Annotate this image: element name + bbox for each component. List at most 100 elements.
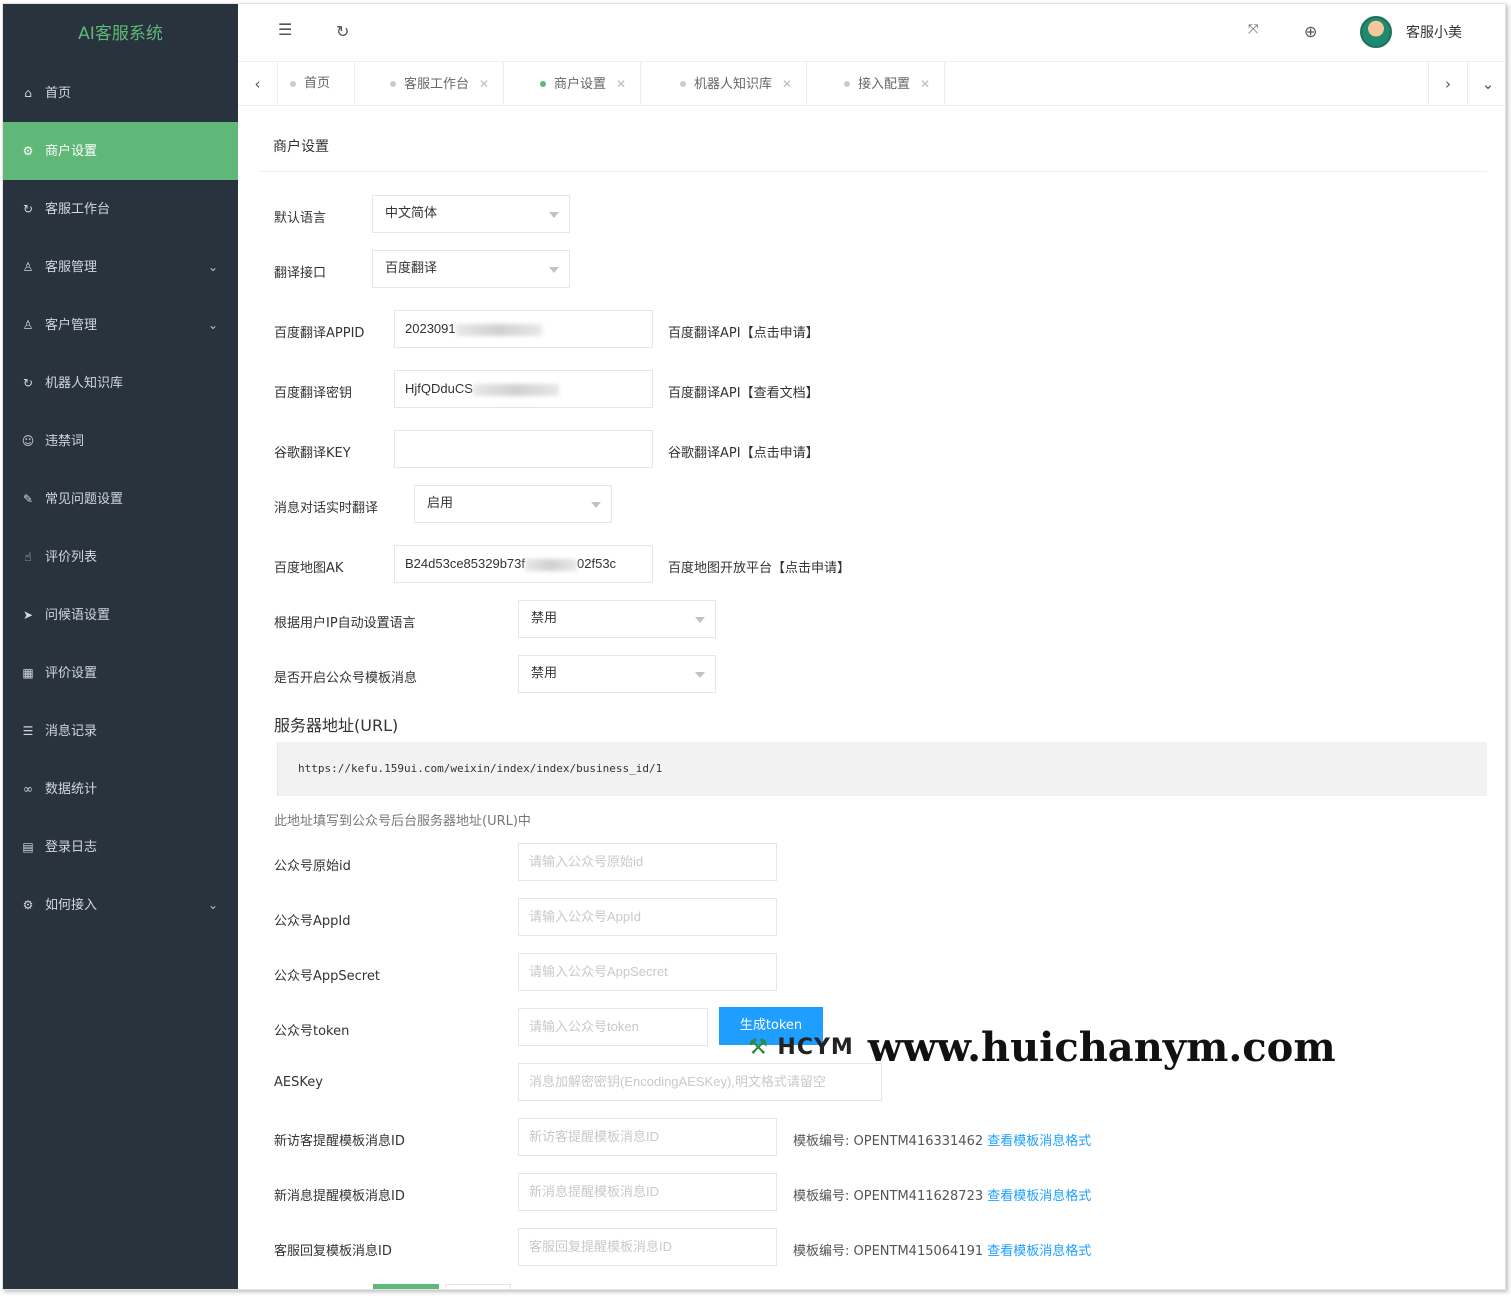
chevron-down-icon: ⌄ xyxy=(207,260,218,274)
sidebar-item-label: 违禁词 xyxy=(45,434,85,449)
mp-original-id-field[interactable]: 请输入公众号原始id xyxy=(518,843,777,881)
sidebar-item-label: 消息记录 xyxy=(45,724,98,739)
username[interactable]: 客服小美 xyxy=(1406,22,1462,42)
face-icon: ☺ xyxy=(21,434,35,448)
close-icon[interactable]: ✕ xyxy=(782,77,792,91)
tab-0[interactable]: 首页 xyxy=(278,62,356,106)
baidu-map-ak-field[interactable]: B24d53ce85329b73f 02f53c xyxy=(394,545,653,583)
auto-language-value: 禁用 xyxy=(531,611,558,626)
tab-dot-icon xyxy=(540,81,546,87)
tpl-reply-info: 模板编号: OPENTM415064191 查看模板消息格式 xyxy=(793,1240,1091,1259)
user-icon: ♙ xyxy=(22,260,34,274)
sidebar-nav: ⌂ 首页 ⚙ 商户设置 ↻ 客服工作台 ♙ 客服管理 ⌄ ♙ 客户管理 ⌄ ↻ 机器人知识库 ☺ 违禁词 ✎ 常见… xyxy=(3,64,238,934)
google-key-apply-link[interactable]: 谷歌翻译API【点击申请】 xyxy=(668,442,819,461)
mp-appsecret-label: 公众号AppSecret xyxy=(274,969,380,984)
baidu-secret-field[interactable]: HjfQDduCS xyxy=(394,370,653,408)
translate-api-select[interactable]: 百度翻译 xyxy=(372,250,570,288)
mp-appid-field[interactable]: 请输入公众号AppId xyxy=(518,898,777,936)
sidebar-item-10[interactable]: ▦ 评价设置 xyxy=(3,644,238,702)
chevron-down-icon xyxy=(549,267,559,273)
baidu-map-ak-value-end: 02f53c xyxy=(577,556,617,571)
close-icon[interactable]: ✕ xyxy=(920,77,930,91)
google-key-field[interactable] xyxy=(394,430,653,468)
sidebar-item-7[interactable]: ✎ 常见问题设置 xyxy=(3,470,238,528)
submit-button[interactable] xyxy=(373,1284,439,1289)
sidebar-item-8[interactable]: ☝ 评价列表 xyxy=(3,528,238,586)
fullscreen-icon[interactable]: ⤧ xyxy=(1248,22,1258,37)
calendar-icon: ▦ xyxy=(22,666,34,680)
globe-icon[interactable]: ⊕ xyxy=(1304,22,1317,41)
view-template-format-link[interactable]: 查看模板消息格式 xyxy=(987,1134,1091,1149)
refresh-icon[interactable]: ↻ xyxy=(336,22,349,41)
refresh-icon: ↻ xyxy=(22,376,34,390)
sidebar-item-4[interactable]: ♙ 客户管理 ⌄ xyxy=(3,296,238,354)
auto-language-select[interactable]: 禁用 xyxy=(518,600,716,638)
sidebar-item-label: 客户管理 xyxy=(45,318,98,333)
mp-token-field[interactable]: 请输入公众号token xyxy=(518,1008,708,1046)
tpl-reply-field[interactable]: 客服回复提醒模板消息ID xyxy=(518,1228,777,1266)
chevron-down-icon xyxy=(549,212,559,218)
sidebar-item-label: 如何接入 xyxy=(45,898,98,913)
tpl-new-message-code: 模板编号: OPENTM411628723 xyxy=(793,1189,984,1204)
default-language-value: 中文简体 xyxy=(385,206,438,221)
tab-dot-icon xyxy=(290,81,296,87)
close-icon[interactable]: ✕ xyxy=(479,77,489,91)
sidebar-item-9[interactable]: ➤ 问候语设置 xyxy=(3,586,238,644)
app-window: AI客服系统 ⌂ 首页 ⚙ 商户设置 ↻ 客服工作台 ♙ 客服管理 ⌄ ♙ 客户管理 ⌄ ↻ 机器人知识库… xyxy=(2,3,1506,1290)
chevron-down-icon: ⌄ xyxy=(207,898,218,912)
baidu-appid-value: 2023091 xyxy=(405,321,456,336)
sidebar-item-12[interactable]: ∞ 数据统计 xyxy=(3,760,238,818)
baidu-appid-apply-link[interactable]: 百度翻译API【点击申请】 xyxy=(668,322,819,341)
server-url-code: https://kefu.159ui.com/weixin/index/inde… xyxy=(277,742,1487,796)
tab-menu-chevron-down-icon[interactable]: ⌄ xyxy=(1468,62,1505,106)
view-template-format-link[interactable]: 查看模板消息格式 xyxy=(987,1244,1091,1259)
server-url-heading: 服务器地址(URL) xyxy=(274,716,399,735)
tpl-new-visitor-field[interactable]: 新访客提醒模板消息ID xyxy=(518,1118,777,1156)
mp-template-msg-value: 禁用 xyxy=(531,666,558,681)
tab-3[interactable]: 机器人知识库 ✕ xyxy=(668,62,808,106)
top-header: ☰ ↻ ⤧ ⊕ 客服小美 xyxy=(238,4,1505,62)
view-template-format-link[interactable]: 查看模板消息格式 xyxy=(987,1189,1091,1204)
sidebar-item-1[interactable]: ⚙ 商户设置 xyxy=(3,122,238,180)
sidebar-item-2[interactable]: ↻ 客服工作台 xyxy=(3,180,238,238)
redacted-blur xyxy=(472,383,559,396)
tpl-new-message-field[interactable]: 新消息提醒模板消息ID xyxy=(518,1173,777,1211)
tab-scroll-right-icon[interactable]: › xyxy=(1428,62,1468,106)
realtime-translate-select[interactable]: 启用 xyxy=(414,485,612,523)
users-icon: ♙ xyxy=(22,318,34,332)
sidebar-item-label: 首页 xyxy=(45,86,72,101)
close-icon[interactable]: ✕ xyxy=(616,77,626,91)
sidebar-item-14[interactable]: ⚙ 如何接入 ⌄ xyxy=(3,876,238,934)
sidebar-item-0[interactable]: ⌂ 首页 xyxy=(3,64,238,122)
baidu-map-apply-link[interactable]: 百度地图开放平台【点击申请】 xyxy=(668,557,850,576)
sidebar-item-13[interactable]: ▤ 登录日志 xyxy=(3,818,238,876)
tab-label: 首页 xyxy=(304,76,331,91)
sidebar-item-6[interactable]: ☺ 违禁词 xyxy=(3,412,238,470)
link-icon: ∞ xyxy=(23,782,33,796)
mp-appid-label: 公众号AppId xyxy=(274,914,351,929)
reset-button[interactable] xyxy=(445,1284,511,1289)
translate-api-value: 百度翻译 xyxy=(385,261,438,276)
tab-scroll-left-icon[interactable]: ‹ xyxy=(238,62,278,106)
baidu-secret-docs-link[interactable]: 百度翻译API【查看文档】 xyxy=(668,382,819,401)
tab-4[interactable]: 接入配置 ✕ xyxy=(832,62,946,106)
avatar[interactable] xyxy=(1360,16,1392,48)
default-language-select[interactable]: 中文简体 xyxy=(372,195,570,233)
mp-template-msg-select[interactable]: 禁用 xyxy=(518,655,716,693)
tab-label: 接入配置 xyxy=(858,77,911,92)
sidebar-item-5[interactable]: ↻ 机器人知识库 xyxy=(3,354,238,412)
sidebar-item-3[interactable]: ♙ 客服管理 ⌄ xyxy=(3,238,238,296)
realtime-translate-label: 消息对话实时翻译 xyxy=(274,501,379,516)
page-title: 商户设置 xyxy=(258,122,1487,172)
server-url-note: 此地址填写到公众号后台服务器地址(URL)中 xyxy=(274,814,531,829)
sidebar-item-11[interactable]: ☰ 消息记录 xyxy=(3,702,238,760)
mp-appsecret-field[interactable]: 请输入公众号AppSecret xyxy=(518,953,777,991)
tab-dot-icon xyxy=(680,81,686,87)
tab-1[interactable]: 客服工作台 ✕ xyxy=(378,62,505,106)
app-logo: AI客服系统 xyxy=(78,24,163,44)
translate-api-label: 翻译接口 xyxy=(274,266,327,281)
tab-2[interactable]: 商户设置 ✕ xyxy=(528,62,642,106)
merchant-settings-form: 商户设置 默认语言 中文简体 翻译接口 百度翻译 百度翻译APPID 20230… xyxy=(258,122,1487,1289)
menu-icon[interactable]: ☰ xyxy=(278,20,292,39)
baidu-appid-field[interactable]: 2023091 xyxy=(394,310,653,348)
